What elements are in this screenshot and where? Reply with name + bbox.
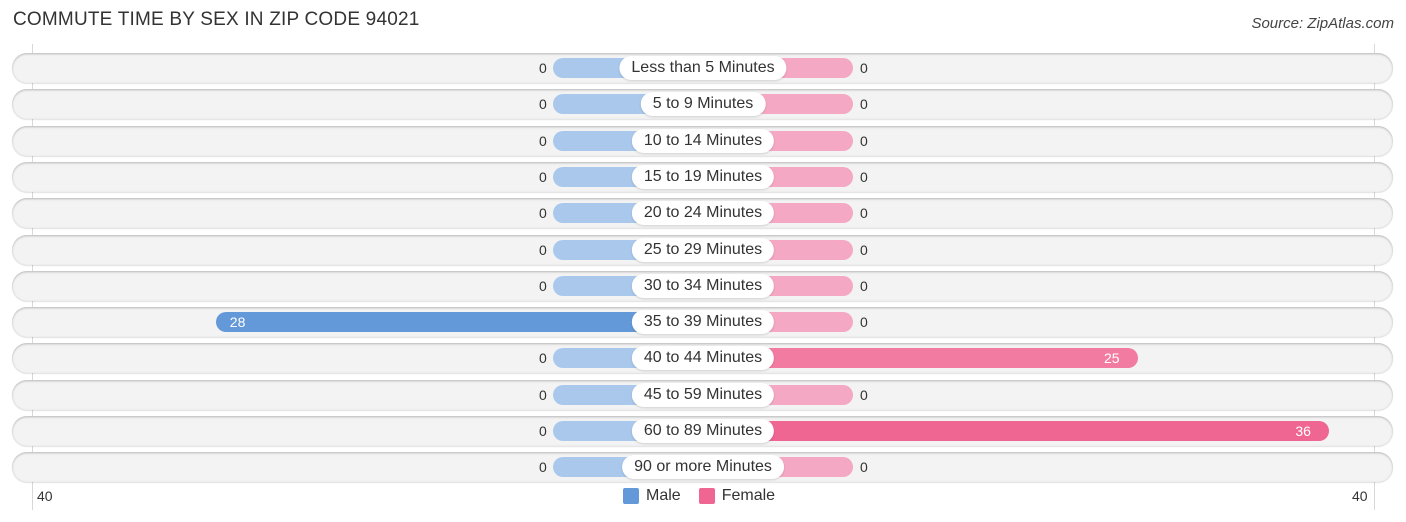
category-label: 35 to 39 Minutes [631,310,775,334]
value-label-male: 0 [539,350,547,366]
value-label-female: 25 [1104,350,1120,366]
category-label: 25 to 29 Minutes [631,238,775,262]
value-label-female: 0 [860,314,868,330]
axis-tick-right: 40 [1352,488,1368,504]
value-label-male: 0 [539,60,547,76]
category-label: 5 to 9 Minutes [640,92,766,116]
category-label: 10 to 14 Minutes [631,129,775,153]
value-label-female: 0 [860,387,868,403]
legend-label-male: Male [646,487,681,504]
legend: Male Female [623,487,793,505]
value-label-male: 0 [539,133,547,149]
value-label-male: 0 [539,205,547,221]
category-label: 45 to 59 Minutes [631,383,775,407]
category-label: 40 to 44 Minutes [631,346,775,370]
category-label: 60 to 89 Minutes [631,419,775,443]
legend-item-female: Female [698,487,776,505]
category-label: 90 or more Minutes [622,455,784,479]
source-label: Source: ZipAtlas.com [1251,15,1394,32]
value-label-female: 0 [860,169,868,185]
value-label-male: 28 [229,314,246,330]
category-label: Less than 5 Minutes [619,56,787,80]
value-label-female: 0 [860,459,868,475]
chart-title: COMMUTE TIME BY SEX IN ZIP CODE 94021 [13,9,420,30]
value-label-female: 0 [860,205,868,221]
value-label-female: 0 [860,60,868,76]
value-label-female: 0 [860,133,868,149]
value-label-female: 0 [860,96,868,112]
value-label-male: 0 [539,169,547,185]
value-label-female: 0 [860,278,868,294]
value-label-female: 0 [860,242,868,258]
value-label-male: 0 [539,242,547,258]
legend-swatch-male [623,488,639,504]
legend-item-male: Male [623,487,681,505]
value-label-male: 0 [539,423,547,439]
value-label-male: 0 [539,387,547,403]
category-label: 20 to 24 Minutes [631,201,775,225]
legend-label-female: Female [721,487,776,504]
legend-swatch-female [698,488,715,504]
value-label-male: 0 [539,96,547,112]
value-label-male: 0 [539,278,547,294]
bar-female[interactable] [703,421,1330,441]
category-label: 15 to 19 Minutes [631,165,775,189]
value-label-male: 0 [539,459,547,475]
bar-male[interactable] [215,312,703,332]
value-label-female: 36 [1295,423,1311,439]
category-label: 30 to 34 Minutes [631,274,775,298]
axis-tick-left: 40 [37,488,53,504]
